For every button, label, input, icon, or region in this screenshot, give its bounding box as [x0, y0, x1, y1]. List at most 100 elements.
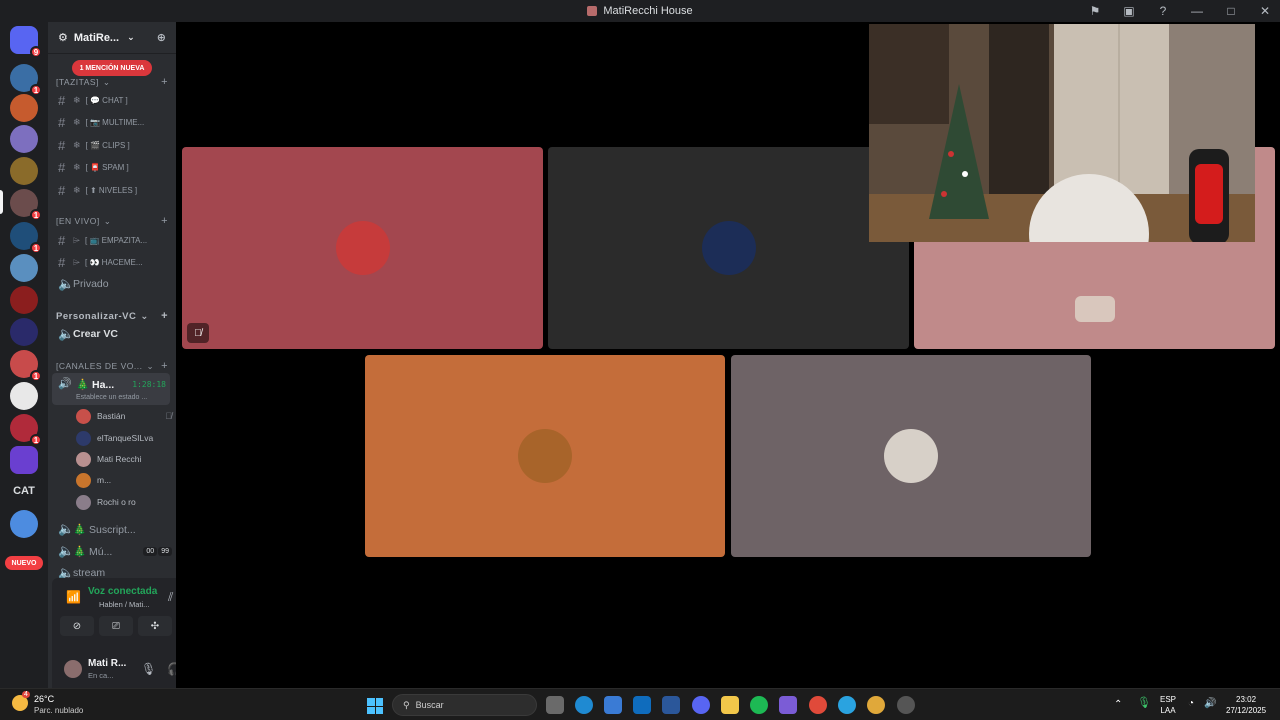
plus-icon[interactable]: + [161, 215, 168, 227]
close-icon[interactable]: ✕ [1258, 4, 1272, 18]
broadcast-icon: ⌲ [73, 256, 81, 267]
user-name[interactable]: Mati R... [88, 658, 126, 669]
participant-tile[interactable] [365, 355, 725, 557]
word-icon[interactable] [662, 696, 680, 714]
taskbar-search[interactable]: ⚲ Buscar [392, 694, 537, 716]
category-canales-voz[interactable]: [CANALES DE VO... ⌄ + [56, 360, 168, 372]
avatar [335, 221, 390, 275]
server-icon[interactable] [10, 157, 38, 185]
inbox-icon[interactable]: ⚑ [1088, 4, 1102, 18]
windows-start-icon[interactable] [367, 698, 383, 714]
clock[interactable]: 23:02 27/12/2025 [1226, 694, 1266, 716]
voice-member[interactable]: Mati Recchi [76, 450, 172, 468]
new-mention-banner[interactable]: 1 MENCIÓN NUEVA [72, 60, 152, 76]
add-member-icon[interactable]: ⊕ [157, 31, 166, 44]
voice-channel-privado[interactable]: 🔈 Privado [54, 274, 172, 294]
active-voice-channel[interactable]: 🔊 🎄 Ha... 1:28:18 Establece un estado ..… [52, 373, 170, 405]
maximize-icon[interactable]: □ [1224, 4, 1238, 18]
screen-icon[interactable]: ▣ [1122, 4, 1136, 18]
channel-empazitados[interactable]: # ⌲ [ 📺 EMPAZITA... [54, 230, 172, 250]
signal-icon[interactable]: 📶 [66, 590, 81, 604]
spotify-icon[interactable] [750, 696, 768, 714]
voice-channel-suscriptores[interactable]: 🔈 🎄 Suscript... [54, 519, 172, 539]
channel-label: [ 📺 EMPAZITA... [85, 235, 148, 245]
microphone-icon[interactable]: 🎙 [141, 662, 156, 676]
outlook-icon[interactable] [633, 696, 651, 714]
unread-badge: 1 [30, 434, 42, 446]
category-personalizar[interactable]: Personalizar-VC ⌄ + [56, 310, 168, 322]
chrome-profile-icon[interactable] [867, 696, 885, 714]
server-icon [587, 6, 598, 16]
plus-icon[interactable]: + [161, 310, 168, 322]
server-icon[interactable] [10, 382, 38, 410]
voice-channel-crear-vc[interactable]: 🔈 Crear VC [54, 324, 172, 344]
voice-member[interactable]: Bastián 🎙̸ [76, 407, 172, 425]
headphones-icon[interactable]: 🎧 [167, 662, 176, 676]
server-icon[interactable] [10, 318, 38, 346]
task-view-icon[interactable] [546, 696, 564, 714]
voice-member[interactable]: m... [76, 471, 172, 489]
search-icon: ⚲ [403, 699, 410, 710]
camera-button[interactable]: ⊘ [60, 616, 94, 636]
server-icon[interactable] [10, 254, 38, 282]
server-icon[interactable]: 1 [10, 64, 42, 96]
language-code: ESP [1160, 695, 1177, 704]
channel-multimedia[interactable]: # ❄ [ 📷 MULTIME... [54, 112, 172, 132]
channel-haceme[interactable]: # ⌲ [ 👀 HACEME... [54, 252, 172, 272]
participant-tile[interactable] [731, 355, 1091, 557]
store-icon[interactable] [604, 696, 622, 714]
server-icon[interactable] [10, 510, 38, 538]
category-tazitas[interactable]: [TAZITAS] ⌄ + [56, 76, 168, 88]
chrome-icon[interactable] [809, 696, 827, 714]
telegram-icon[interactable] [838, 696, 856, 714]
edge-icon[interactable] [575, 696, 593, 714]
server-icon[interactable] [10, 446, 38, 474]
server-folder-cat[interactable]: CAT [0, 485, 48, 497]
wifi-icon[interactable]: ◔ [1188, 698, 1194, 709]
input-language[interactable]: ESP LAA [1160, 694, 1176, 716]
obs-icon[interactable] [897, 696, 915, 714]
channel-spam[interactable]: # ❄ [ 📮 SPAM ] [54, 157, 172, 177]
windows-taskbar: 4 26°C Parc. nublado ⚲ Buscar ⌃ 🎙 ESP LAA… [0, 688, 1280, 720]
server-header[interactable]: ⚙ MatiRe... ⌄ ⊕ [48, 22, 176, 54]
server-icon[interactable]: 1 [10, 189, 42, 221]
avatar[interactable] [64, 660, 82, 678]
discord-icon[interactable] [692, 696, 710, 714]
minimize-icon[interactable]: — [1190, 4, 1204, 18]
microphone-in-use-icon[interactable]: 🎙 [1137, 698, 1151, 709]
participant-tile[interactable] [548, 147, 909, 349]
chevron-down-icon: ⌄ [103, 215, 112, 226]
voice-status-prompt[interactable]: Establece un estado ... [76, 394, 147, 401]
voice-member[interactable]: elTanqueSILva [76, 429, 172, 447]
chevron-up-icon[interactable]: ⌃ [1114, 699, 1122, 710]
speaker-icon: 🔈 [58, 276, 75, 291]
server-icon[interactable]: 1 [10, 222, 42, 254]
voice-channel-path[interactable]: Hablen / Mati... [99, 600, 149, 609]
noise-suppression-icon[interactable]: ⫽ [168, 590, 173, 605]
server-icon[interactable]: 1 [10, 414, 42, 446]
channel-clips[interactable]: # ❄ [ 🎬 CLIPS ] [54, 135, 172, 155]
direct-messages-icon[interactable]: 9 [10, 26, 42, 58]
activities-button[interactable]: ✣ [138, 616, 172, 636]
server-icon[interactable] [10, 125, 38, 153]
channel-niveles[interactable]: # ❄ [ ⬆ NIVELES ] [54, 180, 172, 200]
screen-share-button[interactable]: ⎚ [99, 616, 133, 636]
webcam-overlay [869, 24, 1255, 242]
channel-chat[interactable]: # ❄ [ 💬 CHAT ] [54, 90, 172, 110]
server-icon[interactable]: 1 [10, 350, 42, 382]
voice-channel-musica[interactable]: 🔈 🎄 Mú... 00 99 [54, 541, 172, 561]
file-explorer-icon[interactable] [721, 696, 739, 714]
voice-member[interactable]: Rochi o ro [76, 493, 172, 511]
volume-icon[interactable]: 🔊 [1204, 698, 1216, 709]
plus-icon[interactable]: + [161, 360, 168, 372]
category-en-vivo[interactable]: [EN VIVO] ⌄ + [56, 215, 168, 227]
plus-icon[interactable]: + [161, 76, 168, 88]
snowflake-icon: ❄ [73, 184, 81, 195]
server-icon[interactable] [10, 94, 38, 122]
participant-tile[interactable]: 🎙̸ [182, 147, 543, 349]
teams-icon[interactable] [779, 696, 797, 714]
hash-icon: # [58, 92, 66, 108]
help-icon[interactable]: ? [1156, 4, 1170, 18]
hash-icon: # [58, 114, 66, 130]
server-icon[interactable] [10, 286, 38, 314]
